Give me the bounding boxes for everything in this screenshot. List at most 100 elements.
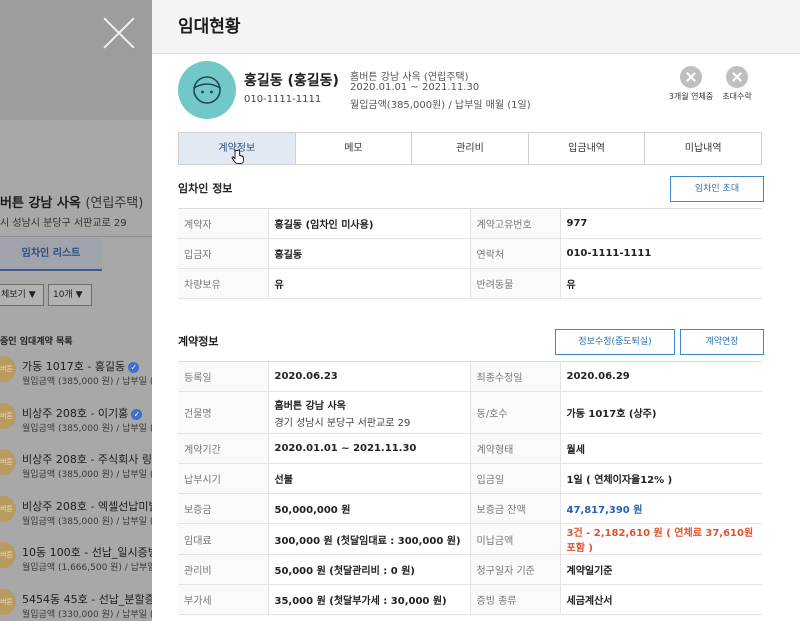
field-value-text: 선불 [274, 475, 293, 486]
list-item-sub: 월입금액 (1,666,500 원) / 납부일 (1 [22, 563, 152, 573]
field-label: 건물명 [178, 391, 269, 434]
table-row: 입금자 홍길동 연락처 010-1111-1111 [178, 238, 762, 269]
list-item[interactable]: 비상주 208호 - 엑셀선납미발행 [22, 498, 152, 514]
field-value: 계약일기준 [560, 554, 762, 585]
field-value-text: 3건 - 2,182,610 원 ( 연체료 37,610원 포함 ) [566, 528, 754, 554]
tenant-phone: 010-1111-1111 [244, 94, 322, 105]
filter-select[interactable]: 체보기 ▼ [0, 284, 44, 306]
table-row: 부가세 35,000 원 (첫달부가세 : 30,000 원) 증빙 종류 세금계산서 [178, 584, 762, 615]
list-item[interactable]: 10동 100호 - 선납_일시증빙_오 [22, 544, 152, 560]
background-address: 시 성남시 분당구 서판교로 29 [0, 218, 127, 229]
list-item-avatar: 버튼 [0, 356, 16, 382]
page-title: 임대현황 [178, 17, 241, 37]
rental-status-panel: 임대현황 홍길동 (홍길동) 010-1111-1111 홈버튼 강남 사옥 (… [152, 0, 800, 621]
field-value: 홈버튼 강남 사옥 경기 성남시 분당구 서판교로 29 [268, 391, 471, 434]
field-value-text: 977 [566, 218, 588, 229]
table-row: 건물명 홈버튼 강남 사옥 경기 성남시 분당구 서판교로 29 동/호수 가동 101… [178, 391, 762, 434]
field-label: 입금자 [178, 238, 269, 269]
field-label: 증빙 종류 [470, 584, 561, 615]
list-item-avatar: 버튼 [0, 542, 16, 568]
verified-check-icon: ✓ [131, 408, 143, 420]
field-label: 관리비 [178, 554, 269, 585]
field-value: 3건 - 2,182,610 원 ( 연체료 37,610원 포함 ) [560, 523, 762, 555]
tab-maintenance-fee[interactable]: 관리비 [412, 133, 529, 164]
contract-list-title: 중인 임대계약 목록 [0, 337, 73, 347]
list-item[interactable]: 비상주 208호 - 이기홍 ✓ [22, 405, 143, 421]
field-label: 등록일 [178, 361, 269, 392]
list-item[interactable]: 5454동 45호 - 선납_분할증빙 [22, 591, 152, 607]
field-value: 50,000 원 (첫달관리비 : 0 원) [268, 554, 471, 585]
field-value: 선불 [268, 463, 471, 494]
field-label: 차량보유 [178, 268, 269, 299]
list-item-avatar: 버튼 [0, 496, 16, 522]
field-value-text: 35,000 원 (첫달부가세 : 30,000 원) [274, 596, 447, 607]
tab-tenant-list[interactable]: 임차인 리스트 [0, 238, 102, 271]
background-property-title: 버튼 강남 사옥 (연립주택) [0, 196, 144, 211]
field-value-text: 47,817,390 원 [566, 505, 643, 516]
tenant-profile: 홍길동 (홍길동) 010-1111-1111 홈버튼 강남 사옥 (연립주택)… [152, 54, 800, 130]
list-item[interactable]: 가동 1017호 - 홍길동 ✓ [22, 358, 140, 374]
field-value-text: 홍길동 [274, 250, 303, 261]
tab-memo[interactable]: 메모 [295, 133, 413, 164]
list-item[interactable]: 비상주 208호 - 주식회사 링크해 [22, 451, 152, 467]
field-label: 반려동물 [470, 268, 561, 299]
close-icon[interactable] [102, 16, 136, 50]
table-row: 등록일 2020.06.23 최종수정일 2020.06.29 [178, 361, 762, 392]
field-label: 청구일자 기준 [470, 554, 561, 585]
extend-contract-button[interactable]: 계약연장 [680, 329, 764, 355]
tenant-name: 홍길동 (홍길동) [244, 73, 339, 89]
list-item-name: 비상주 208호 - 주식회사 링크해 [22, 453, 152, 466]
hand-cursor-icon [231, 149, 244, 165]
field-value: 1일 ( 연체이자율12% ) [560, 463, 762, 494]
tab-contract-info[interactable]: 계약정보 [179, 133, 296, 165]
avatar [178, 61, 236, 119]
field-value-text: 2020.06.29 [566, 371, 630, 382]
invite-accepted-button[interactable]: 초대수락 [707, 66, 767, 102]
panel-tabs: 계약정보 메모 관리비 입금내역 미납내역 [178, 132, 762, 165]
list-item-name: 비상주 208호 - 엑셀선납미발행 [22, 500, 152, 513]
table-row: 납부시기 선불 입금일 1일 ( 연체이자율12% ) [178, 463, 762, 494]
field-value: 300,000 원 (첫달임대료 : 300,000 원) [268, 523, 471, 555]
field-label: 동/호수 [470, 391, 561, 434]
contract-period: 2020.01.01 ~ 2021.11.30 [350, 82, 480, 93]
field-value: 2020.01.01 ~ 2021.11.30 [268, 433, 471, 464]
verified-check-icon: ✓ [128, 361, 140, 373]
field-value-text: 2020.06.23 [274, 371, 338, 382]
field-label: 연락처 [470, 238, 561, 269]
tenant-info-table: 계약자 홍길동 (임차인 미사용) 계약고유번호 977 입금자 홍길동 연락처 010-11… [178, 208, 762, 299]
invite-accepted-label: 초대수락 [722, 92, 752, 101]
tab-placeholder [103, 238, 152, 271]
list-item-name: 비상주 208호 - 이기홍 [22, 407, 129, 420]
tab-deposit-history[interactable]: 입금내역 [528, 133, 646, 164]
tab-unpaid-history[interactable]: 미납내역 [645, 133, 761, 164]
property-name: 홈버튼 강남 사옥 (연립주택) [350, 72, 469, 83]
list-item-avatar: 버튼 [0, 403, 16, 429]
divider [0, 236, 152, 237]
list-item-sub: 월입금액 (385,000 원) / 납부일 (1일 [22, 470, 152, 480]
close-circle-icon [726, 66, 748, 88]
field-value: 47,817,390 원 [560, 493, 762, 524]
field-value-text: 유 [274, 280, 284, 291]
contract-info-section: 계약정보 정보수정(중도퇴실) 계약연장 등록일 2020.06.23 최종수정일 2… [178, 329, 764, 615]
field-label: 계약고유번호 [470, 208, 561, 239]
table-row: 차량보유 유 반려동물 유 [178, 268, 762, 299]
field-value: 2020.06.23 [268, 361, 471, 392]
page-size-select[interactable]: 10개 ▼ [48, 284, 92, 306]
list-item-name: 5454동 45호 - 선납_분할증빙 [22, 593, 152, 606]
field-label: 납부시기 [178, 463, 269, 494]
invite-tenant-button[interactable]: 임차인 초대 [670, 176, 764, 202]
field-value-text: 유 [566, 280, 576, 291]
field-value-text: 월세 [566, 445, 585, 456]
list-item-sub: 월입금액 (385,000 원) / 납부일 (1일 [22, 517, 152, 527]
field-value-text: 50,000,000 원 [274, 505, 351, 516]
field-label: 보증금 [178, 493, 269, 524]
field-value-text: 세금계산서 [566, 596, 613, 607]
tenant-info-section: 임차인 정보 임차인 초대 계약자 홍길동 (임차인 미사용) 계약고유번호 977 입… [178, 176, 764, 299]
list-item-avatar: 버튼 [0, 589, 16, 615]
field-value: 세금계산서 [560, 584, 762, 615]
field-value: 유 [268, 268, 471, 299]
field-label: 계약기간 [178, 433, 269, 464]
field-value: 유 [560, 268, 762, 299]
edit-contract-button[interactable]: 정보수정(중도퇴실) [555, 329, 675, 355]
field-value-text: 홈버튼 강남 사옥 [274, 400, 346, 412]
